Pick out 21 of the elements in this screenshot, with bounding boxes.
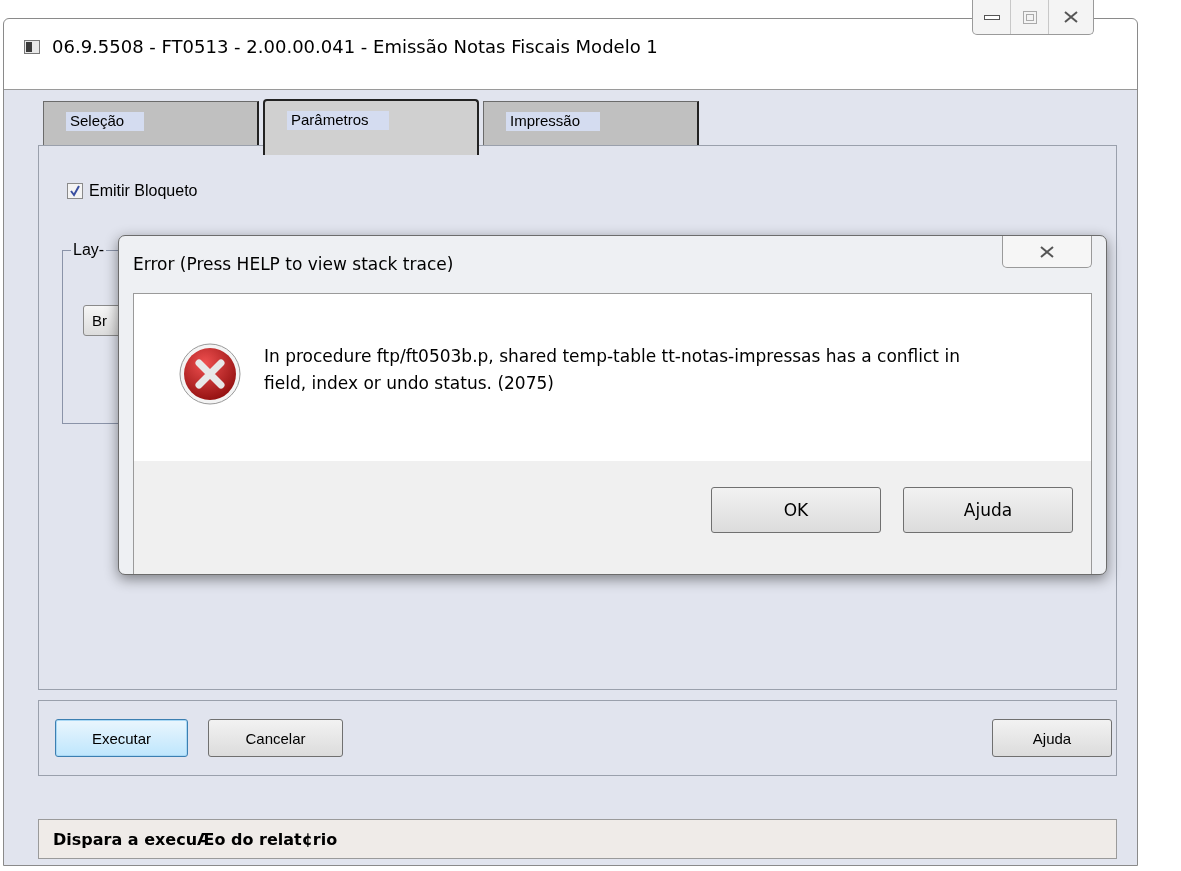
dialog-button[interactable]: Ajuda xyxy=(903,487,1073,533)
tab[interactable]: Seleção xyxy=(43,101,259,145)
minimize-icon xyxy=(983,13,1000,21)
checkbox-label: Emitir Bloqueto xyxy=(89,182,198,200)
maximize-icon xyxy=(1022,10,1037,24)
close-icon xyxy=(1064,11,1078,23)
checkbox[interactable] xyxy=(67,183,83,199)
status-bar: Dispara a execuÆo do relat¢rio xyxy=(38,819,1117,859)
error-message: In procedure ftp/ft0503b.p, shared temp-table tt-notas-impressas has a conflict in field, index or undo status. (2075) xyxy=(264,345,961,395)
action-button[interactable]: Cancelar xyxy=(208,719,343,757)
tab[interactable]: Impressão xyxy=(483,101,699,145)
dialog-title: Error (Press HELP to view stack trace) xyxy=(132,253,454,276)
group-label: Lay- xyxy=(71,241,107,259)
app-icon xyxy=(24,40,40,54)
error-icon xyxy=(178,342,242,406)
close-icon xyxy=(1040,245,1054,258)
action-button[interactable]: Ajuda xyxy=(992,719,1112,757)
dialog-button[interactable]: OK xyxy=(711,487,881,533)
tab[interactable]: Parâmetros xyxy=(263,99,479,155)
window-title: 06.9.5508 - FT0513 - 2.00.00.041 - Emissão Notas Fiscais Modelo 1 xyxy=(52,36,658,57)
action-button[interactable]: Executar xyxy=(55,719,188,757)
